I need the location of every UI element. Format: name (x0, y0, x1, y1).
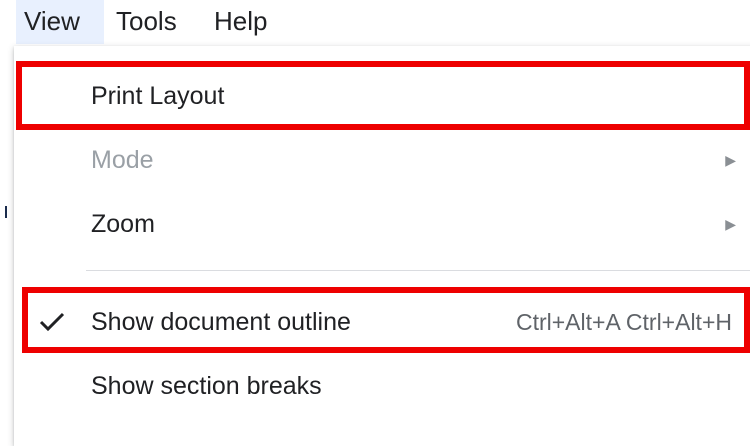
menu-item-show-document-outline[interactable]: Show document outline Ctrl+Alt+A Ctrl+Al… (14, 292, 750, 352)
menu-view[interactable]: View (16, 0, 104, 44)
menu-item-zoom[interactable]: Zoom ▶ (14, 194, 750, 254)
menu-item-label: Print Layout (91, 82, 225, 110)
menu-item-print-layout[interactable]: Print Layout (14, 66, 750, 126)
menu-tools[interactable]: Tools (108, 0, 198, 44)
menu-item-label: Mode (91, 146, 154, 174)
view-menu-dropdown: Print Layout Mode ▶ Zoom ▶ Show document… (14, 46, 750, 446)
keyboard-shortcut: Ctrl+Alt+A Ctrl+Alt+H (515, 309, 732, 335)
submenu-arrow-icon: ▶ (725, 152, 736, 168)
check-icon (36, 292, 68, 352)
menu-item-label: Show section breaks (91, 372, 322, 400)
document-edge-mark (5, 206, 7, 218)
menu-item-show-section-breaks[interactable]: Show section breaks (14, 356, 750, 416)
menu-item-mode: Mode ▶ (14, 130, 750, 190)
menu-item-label: Show document outline (91, 308, 351, 336)
menu-separator (86, 270, 750, 271)
menu-help[interactable]: Help (206, 0, 286, 44)
menu-bar: View Tools Help (0, 0, 750, 44)
submenu-arrow-icon: ▶ (725, 216, 736, 232)
menu-item-label: Zoom (91, 210, 155, 238)
